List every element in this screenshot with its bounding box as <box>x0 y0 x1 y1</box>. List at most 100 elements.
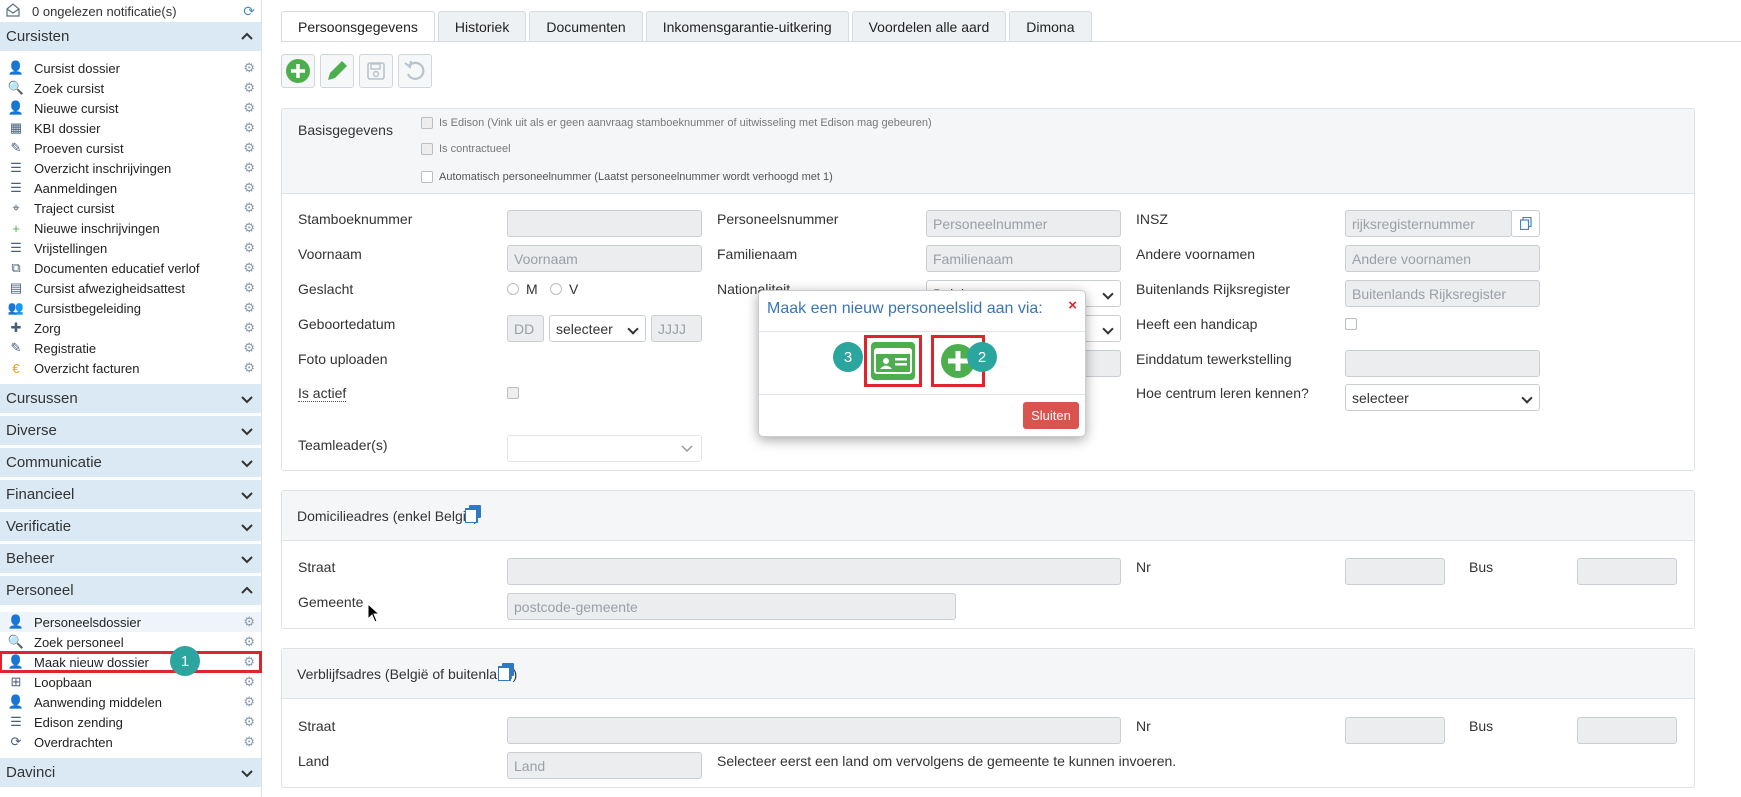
einddatum-input[interactable] <box>1345 350 1540 377</box>
is-contractueel-checkbox[interactable] <box>421 143 433 155</box>
tab-inkomensgarantie[interactable]: Inkomensgarantie-uitkering <box>645 11 849 41</box>
sidebar-item-personeelsdossier[interactable]: 👤 Personeelsdossier ⚙ <box>0 612 261 632</box>
refresh-icon[interactable]: ⟳ <box>243 3 255 20</box>
verblijf-nr-input[interactable] <box>1345 717 1445 744</box>
gear-icon[interactable]: ⚙ <box>243 340 255 356</box>
gear-icon[interactable]: ⚙ <box>243 220 255 236</box>
sidebar-item-proeven-cursist[interactable]: ✎ Proeven cursist ⚙ <box>0 138 261 158</box>
gear-icon[interactable]: ⚙ <box>243 614 255 630</box>
is-edison-checkbox[interactable] <box>421 117 433 129</box>
auto-personeelnummer-checkbox[interactable] <box>421 171 433 183</box>
domicilie-bus-input[interactable] <box>1577 558 1677 585</box>
gear-icon[interactable]: ⚙ <box>243 694 255 710</box>
section-cursussen[interactable]: Cursussen <box>0 384 261 414</box>
section-diverse[interactable]: Diverse <box>0 416 261 446</box>
gear-icon[interactable]: ⚙ <box>243 634 255 650</box>
notification-bar[interactable]: 0 ongelezen notificatie(s) ⟳ <box>0 0 261 22</box>
gear-icon[interactable]: ⚙ <box>243 300 255 316</box>
gender-m-radio[interactable] <box>507 283 519 295</box>
sidebar-item-edison-zending[interactable]: ☰ Edison zending ⚙ <box>0 712 261 732</box>
sidebar-item-aanmeldingen[interactable]: ☰ Aanmeldingen ⚙ <box>0 178 261 198</box>
birth-day-input[interactable]: DD <box>507 315 544 342</box>
teamleader-select[interactable] <box>507 435 702 462</box>
verblijf-bus-input[interactable] <box>1577 717 1677 744</box>
gear-icon[interactable]: ⚙ <box>243 260 255 276</box>
sidebar-item-overdrachten[interactable]: ⟳ Overdrachten ⚙ <box>0 732 261 752</box>
land-input[interactable]: Land <box>507 752 702 779</box>
is-actief-checkbox[interactable] <box>507 387 519 399</box>
edit-button[interactable] <box>320 54 354 88</box>
section-verificatie[interactable]: Verificatie <box>0 512 261 542</box>
sidebar-item-nieuwe-cursist[interactable]: 👤 Nieuwe cursist ⚙ <box>0 98 261 118</box>
section-beheer[interactable]: Beheer <box>0 544 261 574</box>
eid-card-button[interactable] <box>871 342 915 380</box>
sidebar-item-documenten-educatief-verlof[interactable]: ⧉ Documenten educatief verlof ⚙ <box>0 258 261 278</box>
sidebar-item-nieuwe-inschrijvingen[interactable]: + Nieuwe inschrijvingen ⚙ <box>0 218 261 238</box>
sidebar-item-loopbaan[interactable]: ⊞ Loopbaan ⚙ <box>0 672 261 692</box>
tab-historiek[interactable]: Historiek <box>437 11 527 41</box>
gear-icon[interactable]: ⚙ <box>243 714 255 730</box>
section-communicatie[interactable]: Communicatie <box>0 448 261 478</box>
save-button[interactable] <box>359 54 393 88</box>
gear-icon[interactable]: ⚙ <box>243 80 255 96</box>
gear-icon[interactable]: ⚙ <box>243 674 255 690</box>
sidebar-item-overzicht-inschrijvingen[interactable]: ☰ Overzicht inschrijvingen ⚙ <box>0 158 261 178</box>
sidebar-item-traject-cursist[interactable]: ⌖ Traject cursist ⚙ <box>0 198 261 218</box>
tab-voordelen[interactable]: Voordelen alle aard <box>851 11 1007 41</box>
gender-v-radio[interactable] <box>550 283 562 295</box>
sidebar-item-zoek-personeel[interactable]: 🔍 Zoek personeel ⚙ <box>0 632 261 652</box>
birth-year-input[interactable]: JJJJ <box>651 315 702 342</box>
gear-icon[interactable]: ⚙ <box>243 160 255 176</box>
gear-icon[interactable]: ⚙ <box>243 240 255 256</box>
sidebar-item-cursistbegeleiding[interactable]: 👥 Cursistbegeleiding ⚙ <box>0 298 261 318</box>
andere-voornamen-input[interactable]: Andere voornamen <box>1345 245 1540 272</box>
sidebar-item-aanwending-middelen[interactable]: 👤 Aanwending middelen ⚙ <box>0 692 261 712</box>
gear-icon[interactable]: ⚙ <box>243 320 255 336</box>
personeelsnummer-input[interactable]: Personeelnummer <box>926 210 1121 237</box>
gemeente-input[interactable]: postcode-gemeente <box>507 593 956 620</box>
gear-icon[interactable]: ⚙ <box>243 60 255 76</box>
add-button[interactable] <box>281 54 315 88</box>
insz-input[interactable]: rijksregisternummer <box>1345 210 1512 237</box>
gear-icon[interactable]: ⚙ <box>243 120 255 136</box>
gear-icon[interactable]: ⚙ <box>243 654 255 670</box>
sidebar-item-vrijstellingen[interactable]: ☰ Vrijstellingen ⚙ <box>0 238 261 258</box>
section-davinci[interactable]: Davinci <box>0 758 261 788</box>
gear-icon[interactable]: ⚙ <box>243 100 255 116</box>
buitenlands-rr-input[interactable]: Buitenlands Rijksregister <box>1345 280 1540 307</box>
gear-icon[interactable]: ⚙ <box>243 280 255 296</box>
sidebar-item-registratie[interactable]: ✎ Registratie ⚙ <box>0 338 261 358</box>
sidebar-item-zoek-cursist[interactable]: 🔍 Zoek cursist ⚙ <box>0 78 261 98</box>
close-button[interactable]: Sluiten <box>1023 402 1079 429</box>
voornaam-input[interactable]: Voornaam <box>507 245 702 272</box>
undo-button[interactable] <box>398 54 432 88</box>
gear-icon[interactable]: ⚙ <box>243 360 255 376</box>
sidebar-item-overzicht-facturen[interactable]: € Overzicht facturen ⚙ <box>0 358 261 378</box>
section-cursisten[interactable]: Cursisten <box>0 22 261 52</box>
close-icon[interactable]: × <box>1068 297 1077 314</box>
domicilie-straat-input[interactable] <box>507 558 1121 585</box>
domicilie-nr-input[interactable] <box>1345 558 1445 585</box>
birth-month-select[interactable]: selecteer <box>549 315 646 342</box>
sidebar-item-cursist-dossier[interactable]: 👤 Cursist dossier ⚙ <box>0 58 261 78</box>
sidebar-item-cursist-afwezigheidsattest[interactable]: ▤ Cursist afwezigheidsattest ⚙ <box>0 278 261 298</box>
gear-icon[interactable]: ⚙ <box>243 734 255 750</box>
centrum-select[interactable]: selecteer <box>1345 384 1540 411</box>
tab-dimona[interactable]: Dimona <box>1009 11 1092 41</box>
stamboek-input[interactable] <box>507 210 702 237</box>
familienaam-input[interactable]: Familienaam <box>926 245 1121 272</box>
copy-insz-button[interactable] <box>1511 210 1540 237</box>
tab-persoonsgegevens[interactable]: Persoonsgegevens <box>281 11 435 41</box>
gear-icon[interactable]: ⚙ <box>243 140 255 156</box>
sidebar-item-zorg[interactable]: ✚ Zorg ⚙ <box>0 318 261 338</box>
gear-icon[interactable]: ⚙ <box>243 180 255 196</box>
sidebar-item-kbi-dossier[interactable]: ▦ KBI dossier ⚙ <box>0 118 261 138</box>
sidebar-item-maak-nieuw-dossier[interactable]: 👤 Maak nieuw dossier ⚙ <box>0 651 262 673</box>
section-financieel[interactable]: Financieel <box>0 480 261 510</box>
section-personeel[interactable]: Personeel <box>0 576 261 606</box>
handicap-checkbox[interactable] <box>1345 318 1357 330</box>
gear-icon[interactable]: ⚙ <box>243 200 255 216</box>
verblijf-straat-input[interactable] <box>507 717 1121 744</box>
verblijfsadres-panel: Verblijfsadres (België of buitenland) St… <box>281 648 1695 788</box>
tab-documenten[interactable]: Documenten <box>529 11 643 41</box>
